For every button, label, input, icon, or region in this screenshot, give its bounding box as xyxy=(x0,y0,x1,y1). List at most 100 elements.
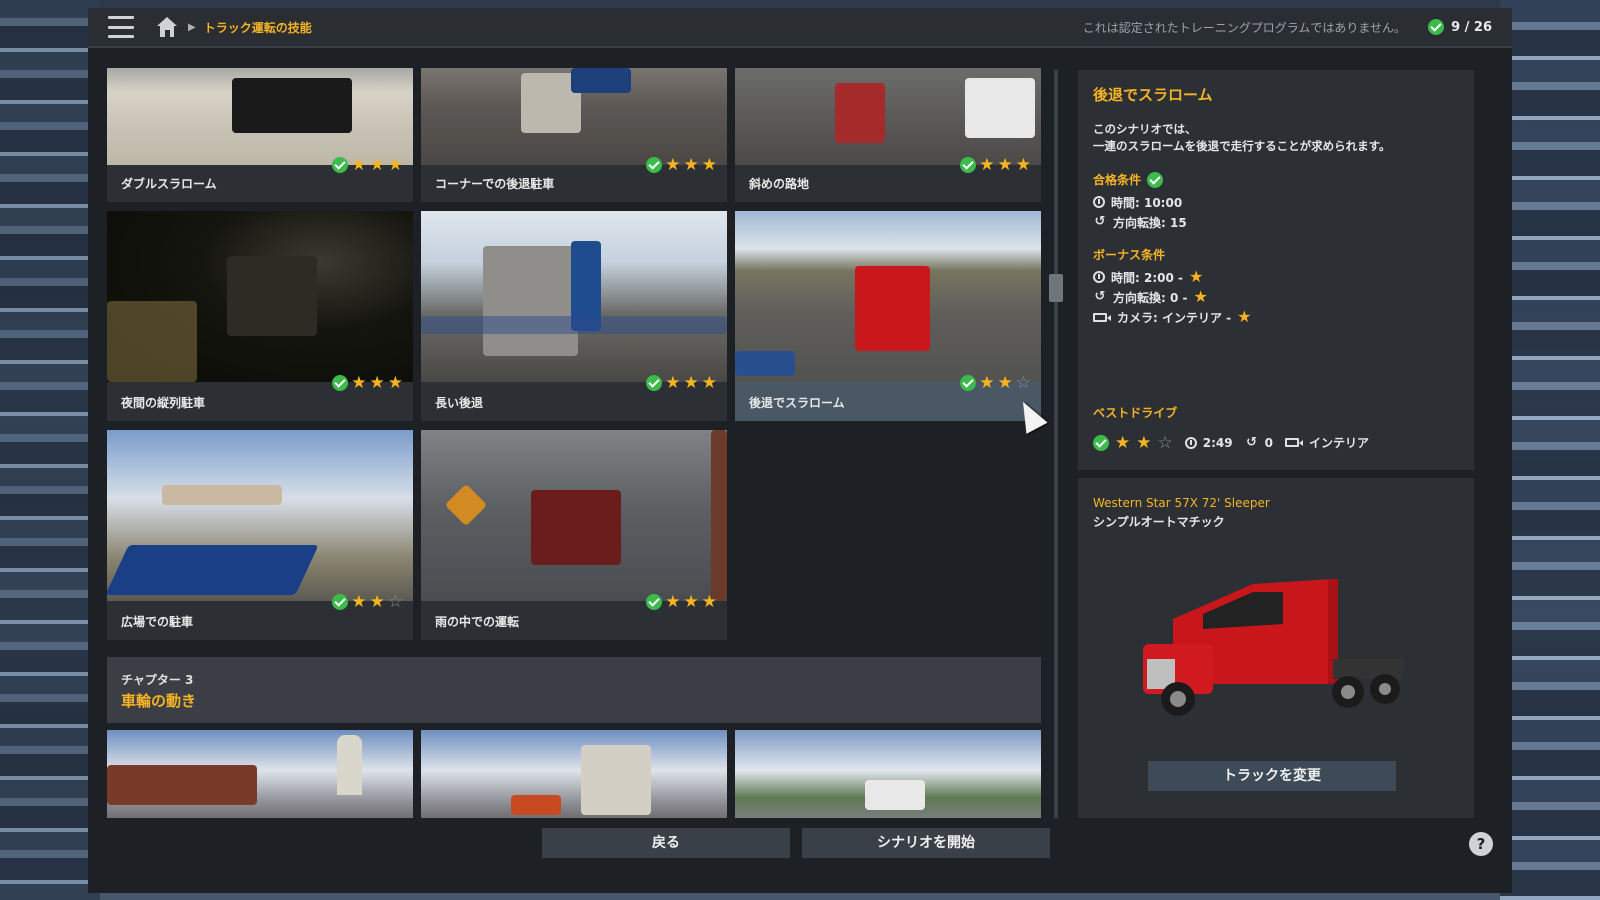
scenario-label: 斜めの路地 xyxy=(749,177,810,191)
star-empty-icon: ☆ xyxy=(1015,373,1031,393)
bonus-time: 時間: 2:00 - ★ xyxy=(1093,267,1459,287)
bonus-camera-text: カメラ: インテリア - xyxy=(1117,310,1232,325)
check-icon xyxy=(646,157,663,173)
best-drive-row: ★ ★ ☆ 2:49 ↺ 0 インテリア xyxy=(1093,434,1369,451)
background-left xyxy=(0,0,100,900)
star-icon: ★ xyxy=(351,155,367,175)
star-icon: ★ xyxy=(387,373,403,393)
star-icon: ★ xyxy=(369,155,385,175)
scenario-thumbnail xyxy=(421,730,727,818)
chapter-title: 車輪の動き xyxy=(121,692,197,710)
scrollbar-thumb[interactable] xyxy=(1049,274,1063,302)
star-icon: ★ xyxy=(997,373,1013,393)
clock-icon xyxy=(1093,271,1105,283)
star-empty-icon: ☆ xyxy=(387,592,403,612)
scenario-card[interactable]: ★ ★ ★ 斜めの路地 xyxy=(735,68,1041,202)
background-right xyxy=(1500,0,1600,900)
menu-icon[interactable] xyxy=(108,16,134,38)
pass-time: 時間: 10:00 xyxy=(1093,192,1459,212)
scenario-card[interactable]: ★ ★ ★ 長い後退 xyxy=(421,211,727,421)
star-icon: ★ xyxy=(683,155,699,175)
scenario-thumbnail xyxy=(735,68,1041,165)
scrollbar-track[interactable] xyxy=(1054,70,1058,818)
star-icon: ★ xyxy=(369,373,385,393)
star-icon: ★ xyxy=(665,592,681,612)
scenario-rating: ★ ★ ★ xyxy=(332,155,403,175)
scenario-card[interactable] xyxy=(421,730,727,818)
scenario-rating: ★ ★ ★ xyxy=(646,592,717,612)
detail-description: このシナリオでは、 一連のスラロームを後退で走行することが求められます。 xyxy=(1093,121,1459,155)
truck-transmission: シンプルオートマチック xyxy=(1093,515,1225,529)
scenario-card[interactable]: ★ ★ ★ 雨の中での運転 xyxy=(421,430,727,640)
start-scenario-button[interactable]: シナリオを開始 xyxy=(802,828,1050,858)
description-line: 一連のスラロームを後退で走行することが求められます。 xyxy=(1093,139,1391,153)
star-icon: ★ xyxy=(979,373,995,393)
bonus-time-text: 時間: 2:00 - xyxy=(1111,270,1183,285)
scenario-label: 広場での駐車 xyxy=(121,615,194,629)
star-icon: ★ xyxy=(701,592,717,612)
scenario-thumbnail xyxy=(421,430,727,601)
turn-icon: ↺ xyxy=(1094,214,1106,229)
progress-counter: 9 / 26 xyxy=(1428,19,1492,35)
scenario-label: 後退でスラローム xyxy=(749,396,845,410)
camera-icon xyxy=(1093,312,1107,322)
back-button[interactable]: 戻る xyxy=(542,828,790,858)
check-icon xyxy=(960,157,977,173)
check-icon xyxy=(646,375,663,391)
truck-image xyxy=(1143,579,1403,716)
clock-icon xyxy=(1093,196,1105,208)
scenario-card-selected[interactable]: ★ ★ ☆ 後退でスラローム xyxy=(735,211,1041,421)
best-time: 2:49 xyxy=(1202,435,1233,450)
progress-text: 9 / 26 xyxy=(1451,19,1492,35)
change-truck-button[interactable]: トラックを変更 xyxy=(1148,761,1396,791)
clock-icon xyxy=(1184,436,1197,449)
scenario-card[interactable]: ★ ★ ☆ 広場での駐車 xyxy=(107,430,413,640)
scenario-label: コーナーでの後退駐車 xyxy=(435,177,555,191)
check-icon xyxy=(1147,171,1164,188)
scenario-thumbnail xyxy=(735,211,1041,382)
star-icon: ★ xyxy=(997,155,1013,175)
help-icon[interactable]: ? xyxy=(1469,832,1493,856)
chapter-header: チャプター 3 車輪の動き xyxy=(107,657,1041,723)
scenario-thumbnail xyxy=(107,430,413,601)
scenario-rating: ★ ★ ☆ xyxy=(332,592,403,612)
star-icon: ★ xyxy=(683,373,699,393)
scenario-card[interactable]: ★ ★ ★ ダブルスラローム xyxy=(107,68,413,202)
star-icon: ★ xyxy=(701,373,717,393)
bonus-camera: カメラ: インテリア - ★ xyxy=(1093,307,1459,327)
scenario-card[interactable] xyxy=(107,730,413,818)
scenario-card[interactable]: ★ ★ ★ コーナーでの後退駐車 xyxy=(421,68,727,202)
scenario-detail-panel: 後退でスラローム このシナリオでは、 一連のスラロームを後退で走行することが求め… xyxy=(1078,70,1474,470)
scenario-rating: ★ ★ ★ xyxy=(332,373,403,393)
turn-icon: ↺ xyxy=(1094,289,1106,304)
check-icon xyxy=(332,375,349,391)
truck-model: Western Star 57X 72' Sleeper xyxy=(1093,496,1270,510)
star-icon: ★ xyxy=(369,592,385,612)
star-icon: ★ xyxy=(1015,155,1031,175)
scenario-card[interactable]: ★ ★ ★ 夜間の縦列駐車 xyxy=(107,211,413,421)
turn-icon: ↺ xyxy=(1246,434,1258,450)
scenario-rating: ★ ★ ☆ xyxy=(960,373,1031,393)
breadcrumb[interactable]: トラック運転の技能 xyxy=(204,19,312,36)
star-icon: ★ xyxy=(351,592,367,612)
training-window: ▶ トラック運転の技能 これは認定されたトレーニングプログラムではありません。 … xyxy=(88,8,1512,893)
scenario-label: 雨の中での運転 xyxy=(435,615,520,629)
check-icon xyxy=(332,157,349,173)
star-empty-icon: ☆ xyxy=(1157,432,1173,453)
disclaimer-text: これは認定されたトレーニングプログラムではありません。 xyxy=(1082,20,1407,35)
home-icon[interactable] xyxy=(156,17,178,37)
scenario-rating: ★ ★ ★ xyxy=(646,155,717,175)
description-line: このシナリオでは、 xyxy=(1093,122,1197,136)
star-icon: ★ xyxy=(979,155,995,175)
check-icon xyxy=(1428,19,1445,35)
star-icon: ★ xyxy=(1237,307,1252,326)
chevron-right-icon: ▶ xyxy=(188,21,196,33)
pass-turns-text: 方向転換: 15 xyxy=(1113,215,1187,230)
best-camera: インテリア xyxy=(1308,436,1369,450)
pass-conditions-title: 合格条件 xyxy=(1093,171,1459,188)
scenario-thumbnail xyxy=(735,730,1041,818)
bonus-turns: ↺ 方向転換: 0 - ★ xyxy=(1093,287,1459,307)
scenario-card[interactable] xyxy=(735,730,1041,818)
star-icon: ★ xyxy=(683,592,699,612)
scenario-thumbnail xyxy=(107,68,413,165)
